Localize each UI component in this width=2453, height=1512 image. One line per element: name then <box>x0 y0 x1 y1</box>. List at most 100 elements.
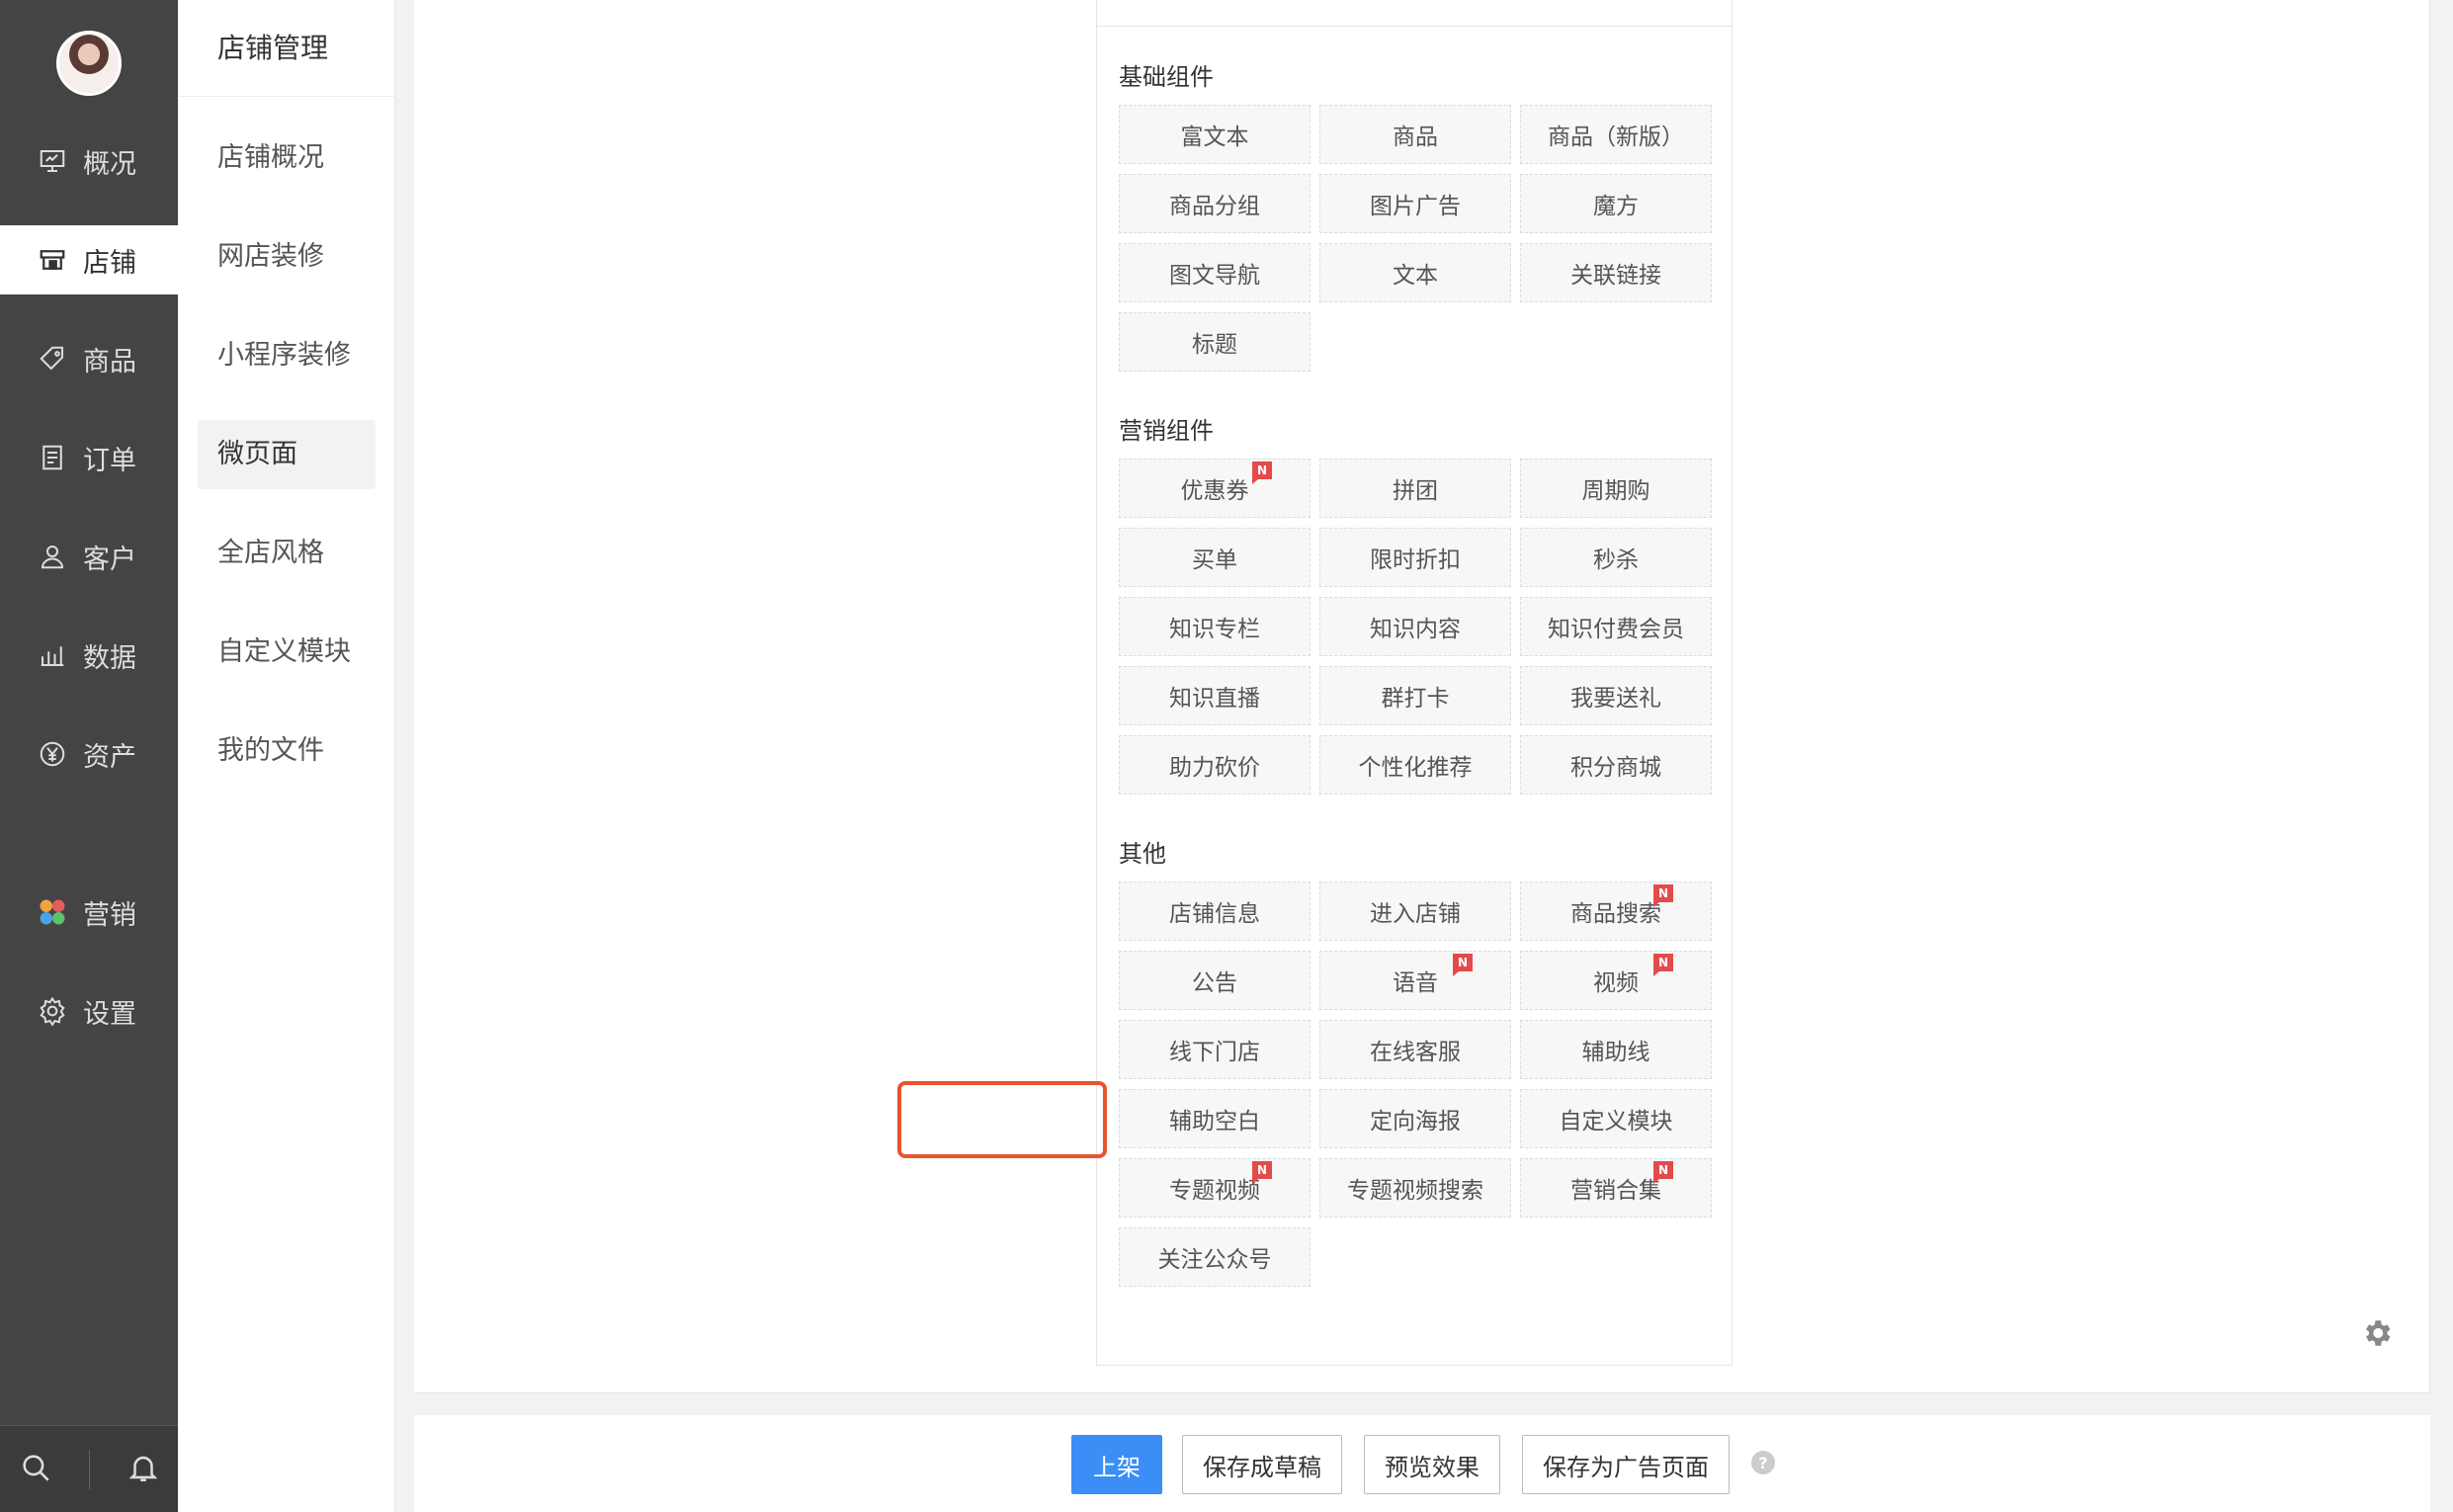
bell-icon[interactable] <box>127 1451 160 1488</box>
component-label: 知识专栏 <box>1169 617 1260 642</box>
nav-item-marketing[interactable]: 营销 <box>0 878 178 947</box>
component-button[interactable]: 魔方 <box>1520 174 1712 233</box>
component-button[interactable]: 店铺信息 <box>1119 882 1311 941</box>
component-button[interactable]: 线下门店 <box>1119 1020 1311 1079</box>
subnav-item-micro-page[interactable]: 微页面 <box>198 420 376 489</box>
component-button[interactable]: 语音 N <box>1319 951 1511 1010</box>
component-panel: 基础组件 富文本 商品 商品（新版） 商品分组 图片广告 魔方 图文导航 文本 关联链接 标题 营销组… <box>1096 0 2391 1366</box>
component-button[interactable]: 营销合集 N <box>1520 1158 1712 1218</box>
component-label: 积分商城 <box>1570 755 1661 781</box>
sub-nav: 店铺管理 店铺概况 网店装修 小程序装修 微页面 全店风格 自定义模块 我的文件 <box>178 0 395 1512</box>
component-label: 知识付费会员 <box>1548 617 1684 642</box>
divider <box>88 1449 90 1489</box>
component-label: 秒杀 <box>1593 547 1639 573</box>
component-label: 富文本 <box>1180 125 1249 150</box>
new-badge: N <box>1653 884 1673 907</box>
store-icon <box>36 243 69 277</box>
component-button[interactable]: 关联链接 <box>1520 243 1712 302</box>
subnav-item-miniprogram-decoration[interactable]: 小程序装修 <box>198 321 376 390</box>
nav-item-orders[interactable]: 订单 <box>0 423 178 492</box>
component-button[interactable]: 图文导航 <box>1119 243 1311 302</box>
subnav-item-store-style[interactable]: 全店风格 <box>198 519 376 588</box>
component-button[interactable]: 辅助线 <box>1520 1020 1712 1079</box>
component-button[interactable]: 进入店铺 <box>1319 882 1511 941</box>
component-button[interactable]: 辅助空白 <box>1119 1089 1311 1148</box>
component-label: 图片广告 <box>1370 194 1461 219</box>
avatar[interactable] <box>56 31 122 96</box>
marketing-icon <box>36 895 69 929</box>
component-button[interactable]: 在线客服 <box>1319 1020 1511 1079</box>
component-button[interactable]: 专题视频 N <box>1119 1158 1311 1218</box>
component-button[interactable]: 知识专栏 <box>1119 597 1311 656</box>
save-as-ad-page-button[interactable]: 保存为广告页面 <box>1522 1435 1730 1494</box>
component-label: 关联链接 <box>1570 263 1661 289</box>
subnav-item-shop-decoration[interactable]: 网店装修 <box>198 222 376 292</box>
nav-item-label: 资产 <box>83 741 136 773</box>
nav-item-label: 设置 <box>83 998 136 1030</box>
preview-button[interactable]: 预览效果 <box>1364 1435 1500 1494</box>
component-button[interactable]: 群打卡 <box>1319 666 1511 725</box>
component-label: 商品分组 <box>1169 194 1260 219</box>
component-button[interactable]: 自定义模块 <box>1520 1089 1712 1148</box>
subnav-item-custom-module[interactable]: 自定义模块 <box>198 618 376 687</box>
editor-canvas: 基础组件 富文本 商品 商品（新版） 商品分组 图片广告 魔方 图文导航 文本 关联链接 标题 营销组… <box>414 0 2430 1393</box>
nav-item-assets[interactable]: 资产 <box>0 719 178 789</box>
component-label: 辅助线 <box>1581 1040 1650 1065</box>
component-button[interactable]: 积分商城 <box>1520 735 1712 795</box>
dashboard-icon <box>36 144 69 178</box>
component-button[interactable]: 个性化推荐 <box>1319 735 1511 795</box>
subnav-item-my-files[interactable]: 我的文件 <box>198 716 376 786</box>
component-button[interactable]: 秒杀 <box>1520 528 1712 587</box>
component-button[interactable]: 知识内容 <box>1319 597 1511 656</box>
nav-item-label: 客户 <box>83 544 136 575</box>
component-button[interactable]: 商品 <box>1319 105 1511 164</box>
component-button[interactable]: 专题视频搜索 <box>1319 1158 1511 1218</box>
component-button[interactable]: 知识付费会员 <box>1520 597 1712 656</box>
component-button[interactable]: 关注公众号 <box>1119 1227 1311 1287</box>
component-button[interactable]: 知识直播 <box>1119 666 1311 725</box>
nav-item-store[interactable]: 店铺 <box>0 225 178 294</box>
help-icon[interactable]: ? <box>1751 1451 1775 1474</box>
component-label: 图文导航 <box>1169 263 1260 289</box>
component-label: 助力砍价 <box>1169 755 1260 781</box>
component-button[interactable]: 助力砍价 <box>1119 735 1311 795</box>
action-bar: 上架 保存成草稿 预览效果 保存为广告页面 ? <box>414 1415 2430 1512</box>
nav-item-label: 概况 <box>83 148 136 180</box>
component-label: 周期购 <box>1581 478 1650 504</box>
component-button[interactable]: 我要送礼 <box>1520 666 1712 725</box>
component-button[interactable]: 文本 <box>1319 243 1511 302</box>
component-button[interactable]: 标题 <box>1119 312 1311 372</box>
component-button[interactable]: 图片广告 <box>1319 174 1511 233</box>
component-label: 公告 <box>1192 970 1237 996</box>
component-label: 个性化推荐 <box>1358 755 1473 781</box>
nav-item-customers[interactable]: 客户 <box>0 522 178 591</box>
gear-icon[interactable] <box>2360 1316 2394 1350</box>
component-label: 魔方 <box>1593 194 1639 219</box>
nav-item-overview[interactable]: 概况 <box>0 126 178 196</box>
component-label: 群打卡 <box>1381 686 1450 712</box>
component-button[interactable]: 优惠券 N <box>1119 459 1311 518</box>
component-button[interactable]: 富文本 <box>1119 105 1311 164</box>
component-button[interactable]: 视频 N <box>1520 951 1712 1010</box>
publish-button[interactable]: 上架 <box>1071 1435 1162 1494</box>
component-label: 文本 <box>1393 263 1438 289</box>
component-button[interactable]: 商品（新版） <box>1520 105 1712 164</box>
component-label: 店铺信息 <box>1169 901 1260 927</box>
nav-item-goods[interactable]: 商品 <box>0 324 178 393</box>
component-label: 语音 <box>1393 970 1438 996</box>
component-label: 商品 <box>1393 125 1438 150</box>
component-button[interactable]: 商品分组 <box>1119 174 1311 233</box>
search-icon[interactable] <box>19 1451 52 1488</box>
component-button[interactable]: 公告 <box>1119 951 1311 1010</box>
component-button[interactable]: 买单 <box>1119 528 1311 587</box>
component-button[interactable]: 周期购 <box>1520 459 1712 518</box>
component-label: 进入店铺 <box>1370 901 1461 927</box>
component-button[interactable]: 商品搜索 N <box>1520 882 1712 941</box>
save-draft-button[interactable]: 保存成草稿 <box>1182 1435 1342 1494</box>
nav-item-data[interactable]: 数据 <box>0 621 178 690</box>
component-button[interactable]: 拼团 <box>1319 459 1511 518</box>
component-button[interactable]: 限时折扣 <box>1319 528 1511 587</box>
component-button[interactable]: 定向海报 <box>1319 1089 1511 1148</box>
nav-item-settings[interactable]: 设置 <box>0 976 178 1046</box>
subnav-item-store-overview[interactable]: 店铺概况 <box>198 124 376 193</box>
